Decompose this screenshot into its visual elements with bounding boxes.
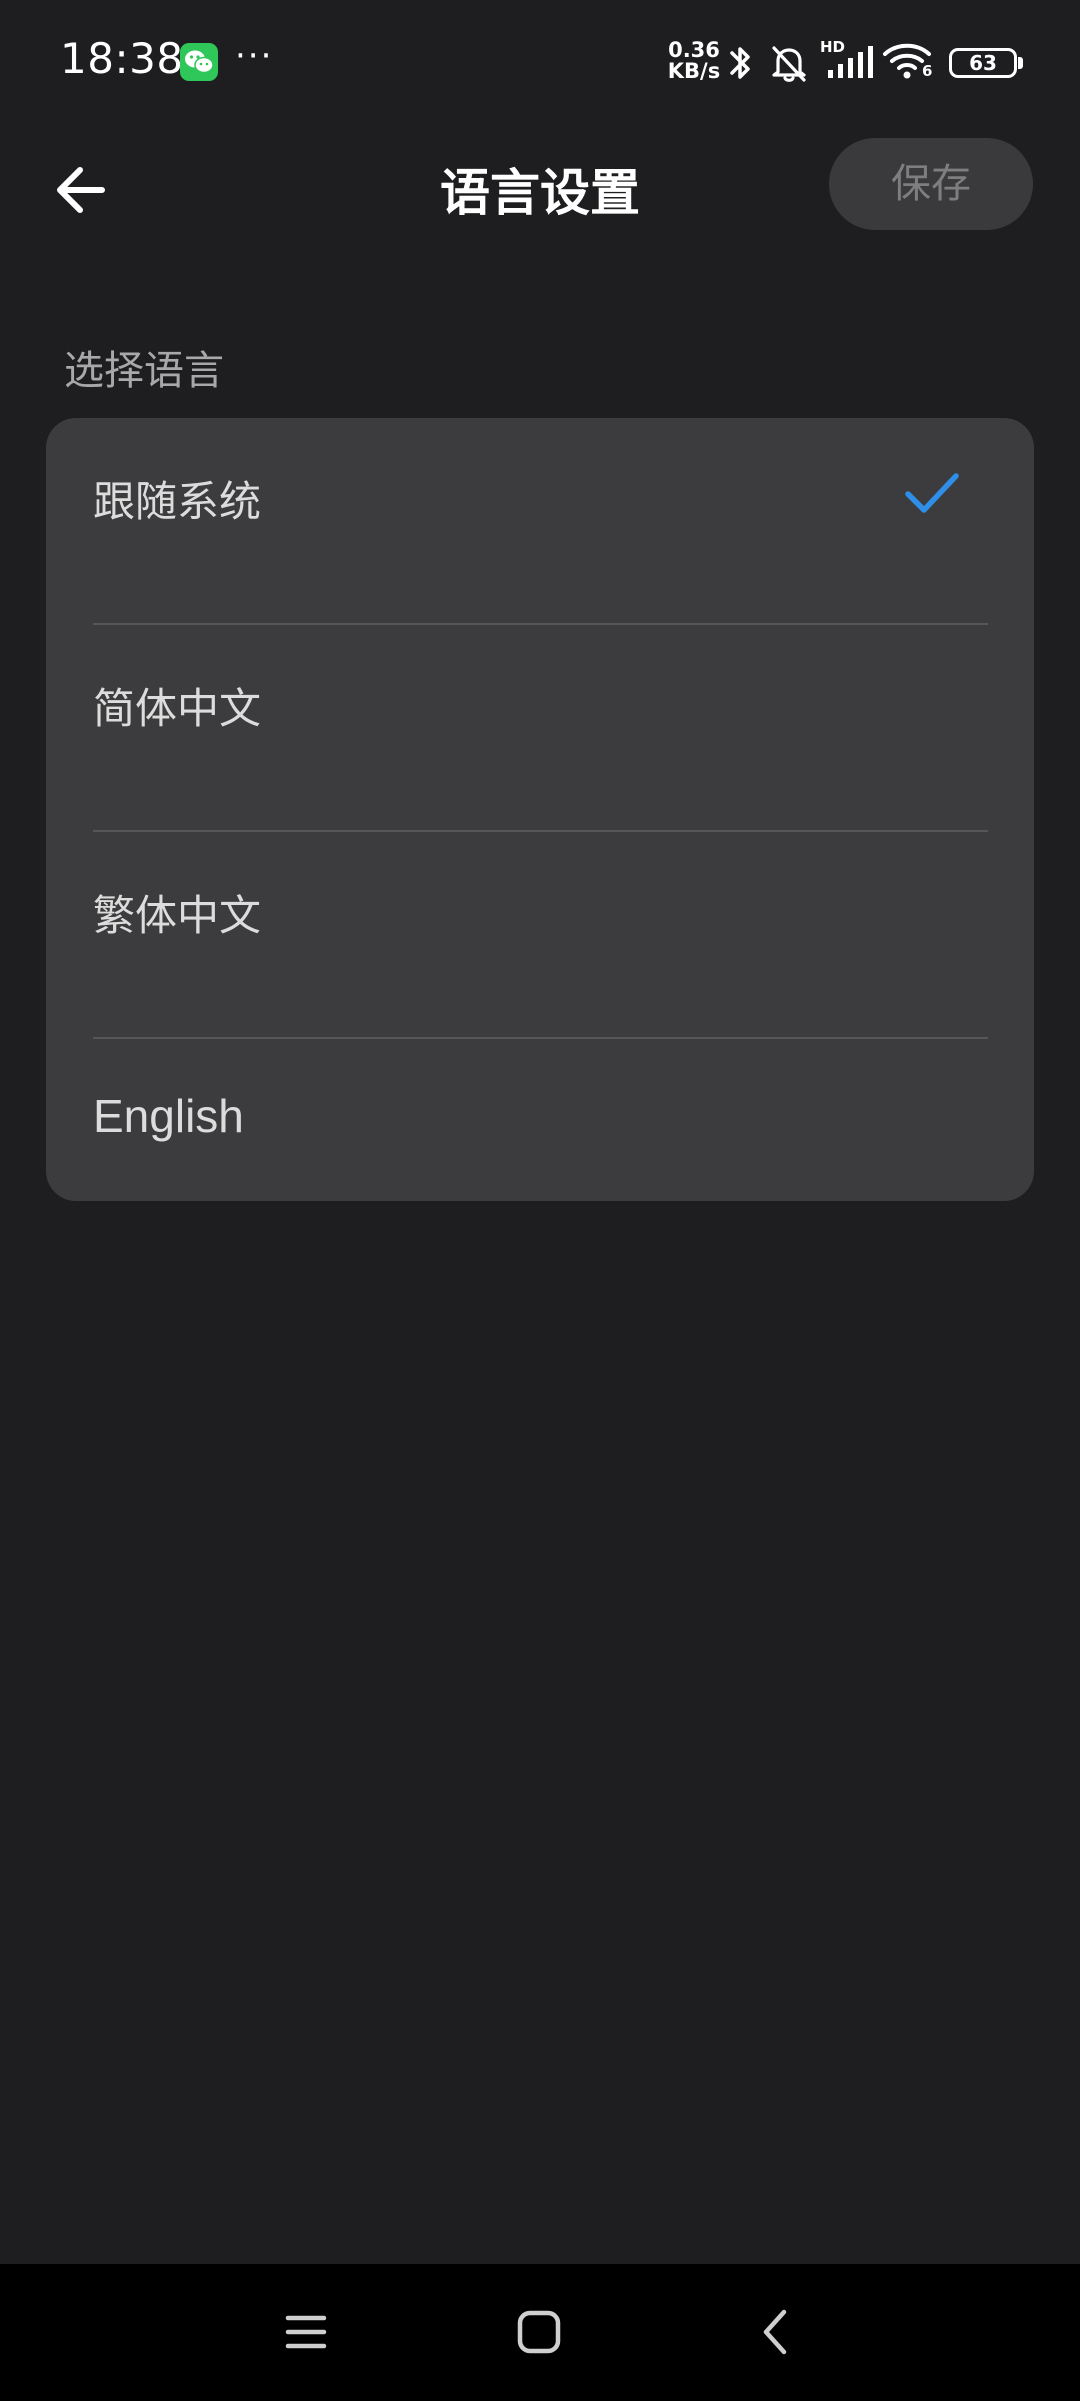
wifi-tag: 6 [922,62,933,80]
net-speed-value: 0.36 [668,38,720,62]
bell-off-icon [772,46,806,82]
section-label: 选择语言 [64,348,224,394]
system-nav-bar [0,2264,1080,2401]
status-time: 18:38 [60,34,184,83]
signal-icon: HD [820,40,874,80]
menu-icon[interactable] [282,2308,330,2356]
save-button[interactable]: 保存 [829,138,1033,230]
home-icon[interactable] [515,2308,563,2356]
bluetooth-icon [730,47,750,79]
net-speed: 0.36 KB/s [664,40,724,82]
more-notifications-icon: ··· [235,36,274,76]
language-option-label: 繁体中文 [93,891,262,940]
back-nav-icon[interactable] [752,2308,800,2356]
app-bar: 语言设置 保存 [0,125,1080,250]
net-speed-unit: KB/s [667,59,721,83]
wifi-icon: 6 [882,40,938,84]
status-bar: 18:38 ··· 0.36 KB/s HD 6 63 [0,0,1080,125]
language-option-label: 简体中文 [93,684,262,733]
language-option-english[interactable]: English [46,1039,1034,1201]
language-option-follow-system[interactable]: 跟随系统 [46,418,1034,625]
battery-icon: 63 [949,48,1017,78]
language-option-traditional-chinese[interactable]: 繁体中文 [46,832,1034,1039]
check-icon [905,473,959,513]
language-option-label: English [93,1090,244,1142]
language-list: 跟随系统 简体中文 繁体中文 English [46,418,1034,1201]
language-option-label: 跟随系统 [93,477,262,526]
wechat-icon [180,43,218,81]
battery-level: 63 [969,51,997,75]
battery-cap [1018,57,1023,69]
language-option-simplified-chinese[interactable]: 简体中文 [46,625,1034,832]
